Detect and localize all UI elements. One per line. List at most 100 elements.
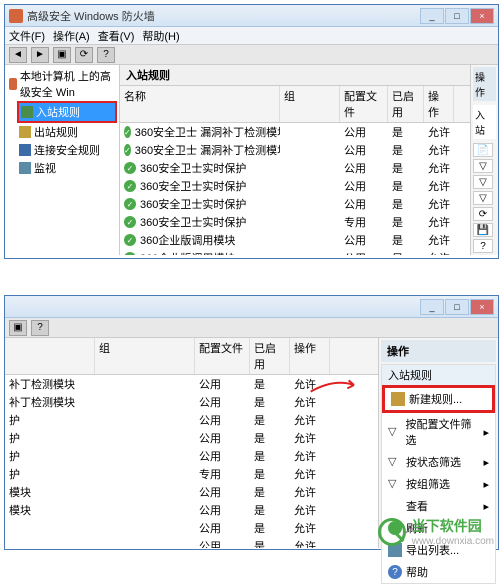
watermark-logo-icon xyxy=(378,518,406,546)
rule-name: 360企业版调用模块 xyxy=(140,250,235,255)
menu-help[interactable]: 帮助(H) xyxy=(142,28,179,44)
rule-name: 护 xyxy=(5,448,95,464)
col-profile[interactable]: 配置文件 xyxy=(340,86,388,122)
minimize-button[interactable]: _ xyxy=(420,299,444,315)
rule-profile: 公用 xyxy=(340,160,388,176)
rule-group xyxy=(280,250,340,255)
col-group[interactable]: 组 xyxy=(95,338,195,374)
table-row[interactable]: 模块公用是允许 xyxy=(5,501,378,519)
action-export-icon[interactable]: 💾 xyxy=(473,223,493,237)
action-refresh-icon[interactable]: ⟳ xyxy=(473,207,493,221)
table-row[interactable]: 护公用是允许 xyxy=(5,411,378,429)
rule-action: 允许 xyxy=(290,466,330,482)
rule-profile: 公用 xyxy=(195,520,250,536)
rule-enabled: 是 xyxy=(250,520,290,536)
rule-group xyxy=(280,214,340,230)
rule-group xyxy=(95,484,195,500)
rule-profile: 公用 xyxy=(195,502,250,518)
table-row[interactable]: 补丁检测模块公用是允许 xyxy=(5,393,378,411)
col-enabled[interactable]: 已启用 xyxy=(388,86,424,122)
table-row[interactable]: 公用是允许 xyxy=(5,537,378,548)
table-row[interactable]: 护公用是允许 xyxy=(5,429,378,447)
rule-profile: 公用 xyxy=(340,124,388,140)
close-button[interactable]: × xyxy=(470,8,494,24)
table-row[interactable]: ✓360安全卫士实时保护专用是允许 xyxy=(120,213,470,231)
col-profile[interactable]: 配置文件 xyxy=(195,338,250,374)
rule-action: 允许 xyxy=(290,376,330,392)
action-help[interactable]: ?帮助 xyxy=(382,561,495,583)
menu-file[interactable]: 文件(F) xyxy=(9,28,45,44)
tree-root[interactable]: 本地计算机 上的高级安全 Win xyxy=(7,67,117,101)
action-filter3-icon[interactable]: ▽ xyxy=(473,191,493,205)
menu-view[interactable]: 查看(V) xyxy=(98,28,135,44)
watermark-text: 当下软件园 xyxy=(412,516,494,536)
col-name[interactable] xyxy=(5,338,95,374)
back-button[interactable]: ◄ xyxy=(9,47,27,63)
filter-icon xyxy=(388,455,402,469)
tool-button[interactable]: ? xyxy=(31,320,49,336)
filter-icon xyxy=(388,425,401,439)
watermark: 当下软件园 www.downxia.com xyxy=(378,516,494,547)
action-filter-profile[interactable]: 按配置文件筛选▸ xyxy=(382,413,495,451)
col-enabled[interactable]: 已启用 xyxy=(250,338,290,374)
tree-sidebar: 本地计算机 上的高级安全 Win 入站规则 出站规则 连接安全规则 监视 xyxy=(5,65,120,255)
tree-inbound-rules[interactable]: 入站规则 xyxy=(17,101,117,123)
menu-action[interactable]: 操作(A) xyxy=(53,28,90,44)
titlebar: 高级安全 Windows 防火墙 _ □ × xyxy=(5,5,498,27)
action-filter-group[interactable]: 按组筛选▸ xyxy=(382,473,495,495)
col-name[interactable]: 名称 xyxy=(120,86,280,122)
table-row[interactable]: ✓360安全卫士 漏洞补丁检测模块公用是允许 xyxy=(120,141,470,159)
tree-connection-rules[interactable]: 连接安全规则 xyxy=(17,141,117,159)
menubar: 文件(F) 操作(A) 查看(V) 帮助(H) xyxy=(5,27,498,45)
rule-enabled: 是 xyxy=(250,484,290,500)
help-button[interactable]: ? xyxy=(97,47,115,63)
action-help-icon[interactable]: ? xyxy=(473,239,493,253)
rule-group xyxy=(95,394,195,410)
close-button[interactable]: × xyxy=(470,299,494,315)
rule-group xyxy=(280,160,340,176)
rule-enabled: 是 xyxy=(388,250,424,255)
maximize-button[interactable]: □ xyxy=(445,299,469,315)
table-row[interactable]: ✓360安全卫士实时保护公用是允许 xyxy=(120,159,470,177)
table-row[interactable]: 公用是允许 xyxy=(5,519,378,537)
table-row[interactable]: ✓360安全卫士实时保护公用是允许 xyxy=(120,177,470,195)
check-icon: ✓ xyxy=(124,162,136,174)
up-button[interactable]: ▣ xyxy=(53,47,71,63)
action-filter-state[interactable]: 按状态筛选▸ xyxy=(382,451,495,473)
rule-enabled: 是 xyxy=(250,376,290,392)
actions-panel: 操作 入站 📄 ▽ ▽ ▽ ⟳ 💾 ? xyxy=(470,65,498,255)
col-action[interactable]: 操作 xyxy=(424,86,454,122)
table-row[interactable]: 模块公用是允许 xyxy=(5,483,378,501)
tool-button[interactable]: ▣ xyxy=(9,320,27,336)
rule-enabled: 是 xyxy=(250,412,290,428)
table-row[interactable]: 补丁检测模块公用是允许 xyxy=(5,375,378,393)
action-new-icon[interactable]: 📄 xyxy=(473,143,493,157)
forward-button[interactable]: ► xyxy=(31,47,49,63)
rule-name: 补丁检测模块 xyxy=(5,394,95,410)
table-row[interactable]: ✓360企业版调用模块公用是允许 xyxy=(120,231,470,249)
rule-profile: 公用 xyxy=(195,394,250,410)
table-row[interactable]: ✓360企业版调用模块公用是允许 xyxy=(120,249,470,255)
refresh-button[interactable]: ⟳ xyxy=(75,47,93,63)
maximize-button[interactable]: □ xyxy=(445,8,469,24)
tree-outbound-rules[interactable]: 出站规则 xyxy=(17,123,117,141)
minimize-button[interactable]: _ xyxy=(420,8,444,24)
rule-name: 360安全卫士 漏洞补丁检测模块 xyxy=(135,142,280,158)
action-view[interactable]: 查看▸ xyxy=(382,495,495,517)
col-action[interactable]: 操作 xyxy=(290,338,330,374)
tree-monitor[interactable]: 监视 xyxy=(17,159,117,177)
check-icon: ✓ xyxy=(124,126,131,138)
table-row[interactable]: 护公用是允许 xyxy=(5,447,378,465)
table-row[interactable]: ✓360安全卫士 漏洞补丁检测模块公用是允许 xyxy=(120,123,470,141)
rule-enabled: 是 xyxy=(388,124,424,140)
action-new-rule[interactable]: 新建规则... xyxy=(382,385,495,413)
col-group[interactable]: 组 xyxy=(280,86,340,122)
table-row[interactable]: 护专用是允许 xyxy=(5,465,378,483)
rule-group xyxy=(280,142,340,158)
action-filter-icon[interactable]: ▽ xyxy=(473,159,493,173)
watermark-url: www.downxia.com xyxy=(412,536,494,547)
table-row[interactable]: ✓360安全卫士实时保护公用是允许 xyxy=(120,195,470,213)
rule-enabled: 是 xyxy=(250,430,290,446)
connection-icon xyxy=(19,144,31,156)
action-filter2-icon[interactable]: ▽ xyxy=(473,175,493,189)
